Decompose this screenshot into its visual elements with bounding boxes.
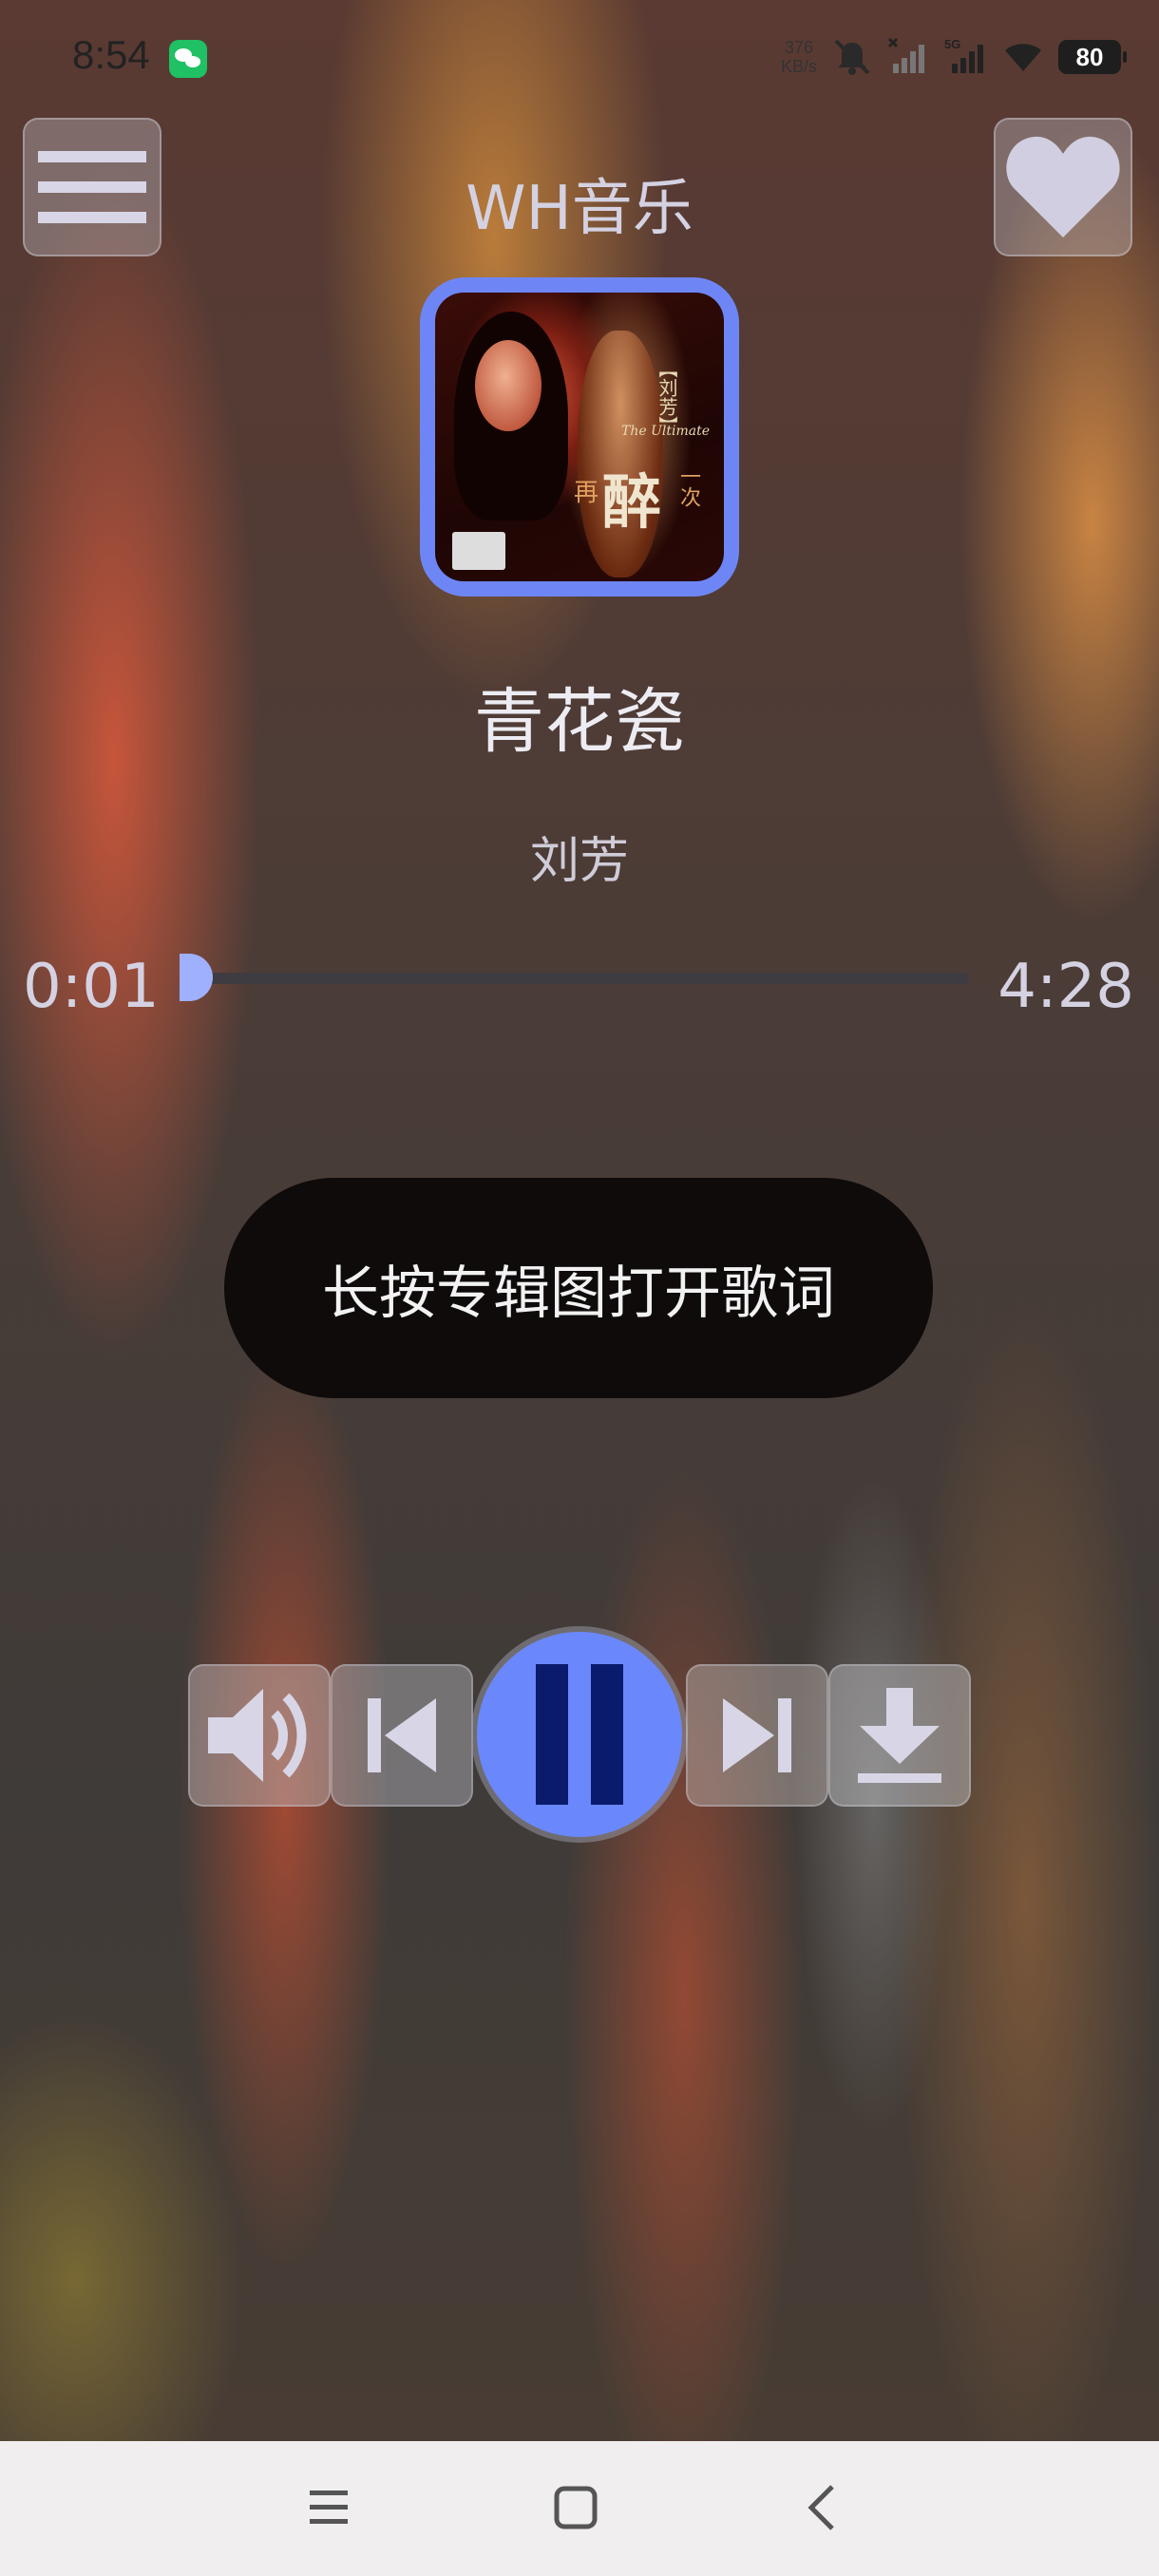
skip-next-icon <box>723 1698 791 1772</box>
mute-bell-icon <box>834 39 870 75</box>
pause-button[interactable] <box>477 1632 682 1837</box>
album-cover-image: 【刘芳】 The Ultimate 再 醉 一次 <box>435 293 724 581</box>
status-time: 8:54 <box>72 32 150 77</box>
next-track-button[interactable] <box>686 1664 828 1807</box>
skip-previous-icon <box>368 1698 436 1772</box>
cover-text-main: 醉 <box>602 467 662 537</box>
toast-message: 长按专辑图打开歌词 <box>224 1178 933 1398</box>
battery-indicator: 80 <box>1058 40 1127 74</box>
system-navigation-bar <box>0 2441 1159 2576</box>
download-button[interactable] <box>828 1664 971 1807</box>
network-speed: 376 KB/s <box>781 38 817 76</box>
song-artist: 刘芳 <box>529 833 629 890</box>
favorite-button[interactable] <box>994 118 1132 256</box>
heart-icon <box>1006 136 1120 237</box>
recent-apps-menu-icon[interactable] <box>300 2479 357 2536</box>
volume-button[interactable] <box>188 1664 331 1807</box>
album-art-frame[interactable]: 【刘芳】 The Ultimate 再 醉 一次 <box>420 277 739 597</box>
cover-text-right: 一次 <box>676 465 700 507</box>
total-time: 4:28 <box>998 952 1134 1022</box>
signal-5g-icon: 5G <box>944 37 983 73</box>
song-title: 青花瓷 <box>474 681 685 763</box>
current-time: 0:01 <box>23 952 160 1022</box>
toast-text: 长按专辑图打开歌词 <box>322 1260 835 1327</box>
signal-sim1-icon <box>887 37 924 73</box>
status-bar: 8:54 376 KB/s 5G 80 <box>0 0 1159 114</box>
cover-text-english: The Ultimate <box>621 424 711 439</box>
progress-slider[interactable] <box>180 954 969 1001</box>
home-icon[interactable] <box>547 2479 604 2536</box>
download-icon <box>858 1688 941 1783</box>
app-title: WH音乐 <box>466 174 694 244</box>
music-player-screen: 8:54 376 KB/s 5G 80 WH音乐 【刘芳】 The Ultima… <box>0 0 1159 2576</box>
wechat-notification-icon <box>169 40 207 78</box>
status-icons: 376 KB/s 5G 80 <box>781 34 1127 80</box>
play-pause-ring <box>471 1626 688 1843</box>
cover-label-badge <box>452 532 505 570</box>
back-icon[interactable] <box>794 2479 851 2536</box>
cover-text-left: 再 <box>574 479 599 507</box>
cover-face-shape <box>475 340 542 431</box>
wifi-icon <box>1005 44 1041 71</box>
network-speed-value: 376 <box>784 38 814 57</box>
network-speed-unit: KB/s <box>780 57 817 76</box>
pause-icon-left-bar <box>536 1664 568 1805</box>
network-type: 5G <box>944 37 960 51</box>
previous-track-button[interactable] <box>331 1664 473 1807</box>
pause-icon-right-bar <box>591 1664 623 1805</box>
volume-icon <box>208 1689 307 1782</box>
progress-thumb-icon[interactable] <box>180 954 227 1001</box>
